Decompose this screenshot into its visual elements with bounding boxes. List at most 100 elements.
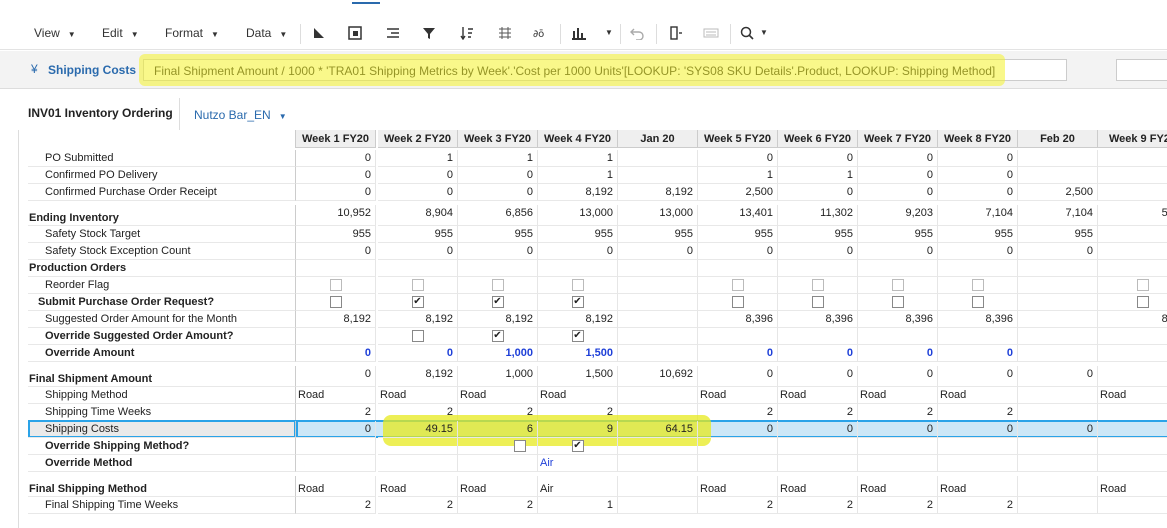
grid-cell[interactable]: 0: [938, 366, 1018, 387]
grid-cell[interactable]: 8,192: [618, 184, 698, 201]
grid-cell[interactable]: 0: [1018, 421, 1098, 438]
grid-cell[interactable]: [858, 277, 938, 294]
grid-cell[interactable]: Road: [938, 476, 1018, 497]
row-label[interactable]: Shipping Method: [28, 387, 296, 404]
grid-cell[interactable]: 1,000: [458, 366, 538, 387]
grid-cell[interactable]: 10,692: [618, 366, 698, 387]
checkbox[interactable]: [514, 440, 526, 453]
grid-cell[interactable]: [1018, 260, 1098, 277]
undo-icon[interactable]: [628, 24, 646, 42]
grid-cell[interactable]: [938, 328, 1018, 345]
grid-cell[interactable]: [538, 260, 618, 277]
grid-cell[interactable]: 2: [538, 404, 618, 421]
grid-cell[interactable]: 955: [458, 226, 538, 243]
grid-cell[interactable]: 95: [1098, 226, 1167, 243]
grid-cell[interactable]: [618, 387, 698, 404]
column-header[interactable]: Week 6 FY20: [778, 130, 858, 148]
grid-cell[interactable]: 0: [618, 243, 698, 260]
grid-cell[interactable]: 955: [938, 226, 1018, 243]
row-label[interactable]: Final Shipping Time Weeks: [28, 497, 296, 514]
grid-cell[interactable]: [1018, 497, 1098, 514]
grid-cell[interactable]: 2: [698, 497, 778, 514]
grid-cell[interactable]: [938, 260, 1018, 277]
grid-cell[interactable]: [778, 277, 858, 294]
grid-cell[interactable]: 0: [296, 345, 376, 362]
grid-cell[interactable]: 1: [378, 150, 458, 167]
column-header[interactable]: Week 1 FY20: [296, 130, 376, 148]
grid-cell[interactable]: 1: [698, 167, 778, 184]
grid-cell[interactable]: 8,48: [1098, 311, 1167, 328]
grid-cell[interactable]: [1098, 260, 1167, 277]
grid-cell[interactable]: Road: [378, 387, 458, 404]
grid-cell[interactable]: 2: [296, 497, 376, 514]
checkbox-checked[interactable]: ✔: [491, 296, 504, 309]
grid-cell[interactable]: 7,104: [1018, 205, 1098, 226]
grid-cell[interactable]: [778, 455, 858, 472]
grid-cell[interactable]: ✔: [538, 294, 618, 311]
grid-cell[interactable]: Road: [698, 387, 778, 404]
grid-cell[interactable]: 8,192: [378, 366, 458, 387]
row-label[interactable]: Shipping Costs: [28, 421, 296, 438]
grid-cell[interactable]: 2: [378, 497, 458, 514]
grid-cell[interactable]: [698, 438, 778, 455]
grid-cell[interactable]: 49.15: [378, 421, 458, 438]
grid-cell[interactable]: ✔: [538, 438, 618, 455]
tab-module[interactable]: INV01 Inventory Ordering: [24, 98, 180, 130]
grid-cell[interactable]: 955: [296, 226, 376, 243]
grid-cell[interactable]: [618, 167, 698, 184]
grid-cell[interactable]: Road: [778, 387, 858, 404]
grid-cell[interactable]: [618, 345, 698, 362]
grid-cell[interactable]: 955: [778, 226, 858, 243]
grid-cell[interactable]: 8,192: [296, 311, 376, 328]
grid-cell[interactable]: Road: [458, 387, 538, 404]
grid-cell[interactable]: 1: [538, 497, 618, 514]
grid-cell[interactable]: [538, 277, 618, 294]
grid-cell[interactable]: [378, 328, 458, 345]
grid-cell[interactable]: [618, 476, 698, 497]
grid-cell[interactable]: 0: [778, 184, 858, 201]
grid-cell[interactable]: 8,396: [938, 311, 1018, 328]
grid-cell[interactable]: 0: [1018, 366, 1098, 387]
grid-cell[interactable]: Road: [378, 476, 458, 497]
grid-cell[interactable]: 8,192: [458, 311, 538, 328]
grid-cell[interactable]: 64.15: [618, 421, 698, 438]
checkbox[interactable]: [731, 296, 744, 309]
grid-cell[interactable]: 0: [858, 167, 938, 184]
row-label[interactable]: Final Shipping Method: [28, 476, 296, 497]
grid-cell[interactable]: 0: [458, 167, 538, 184]
checkbox-checked[interactable]: ✔: [491, 330, 504, 343]
grid-cell[interactable]: 6: [458, 421, 538, 438]
grid-cell[interactable]: [1018, 345, 1098, 362]
grid-cell[interactable]: [458, 260, 538, 277]
edit-menu[interactable]: Edit ▼: [102, 26, 139, 40]
filter-icon[interactable]: [420, 24, 438, 42]
format-menu[interactable]: Format ▼: [165, 26, 219, 40]
grid-cell[interactable]: [698, 455, 778, 472]
grid-cell[interactable]: 2,500: [698, 184, 778, 201]
row-label[interactable]: Override Shipping Method?: [28, 438, 296, 455]
grid-cell[interactable]: [458, 277, 538, 294]
row-label[interactable]: Safety Stock Exception Count: [28, 243, 296, 260]
grid-cell[interactable]: [296, 455, 376, 472]
grid-cell[interactable]: Road: [858, 476, 938, 497]
grid-cell[interactable]: Road: [458, 476, 538, 497]
grid-cell[interactable]: 0: [378, 345, 458, 362]
row-label[interactable]: PO Submitted: [28, 150, 296, 167]
row-label[interactable]: Safety Stock Target: [28, 226, 296, 243]
grid-cell[interactable]: [858, 260, 938, 277]
grid-cell[interactable]: 0: [778, 421, 858, 438]
grid-cell[interactable]: 2: [458, 497, 538, 514]
grid-cell[interactable]: [378, 260, 458, 277]
grid-cell[interactable]: 2: [938, 497, 1018, 514]
checkbox[interactable]: [891, 296, 904, 309]
grid-cell[interactable]: [1098, 497, 1167, 514]
indent-icon[interactable]: [384, 24, 402, 42]
grid-cell[interactable]: 1: [778, 167, 858, 184]
grid-cell[interactable]: [458, 438, 538, 455]
grid-cell[interactable]: [618, 328, 698, 345]
grid-cell[interactable]: [1098, 184, 1167, 201]
grid-cell[interactable]: 0: [938, 345, 1018, 362]
grid-cell[interactable]: [1098, 404, 1167, 421]
grid-cell[interactable]: Road: [698, 476, 778, 497]
chart-dropdown[interactable]: ▼: [597, 24, 613, 38]
